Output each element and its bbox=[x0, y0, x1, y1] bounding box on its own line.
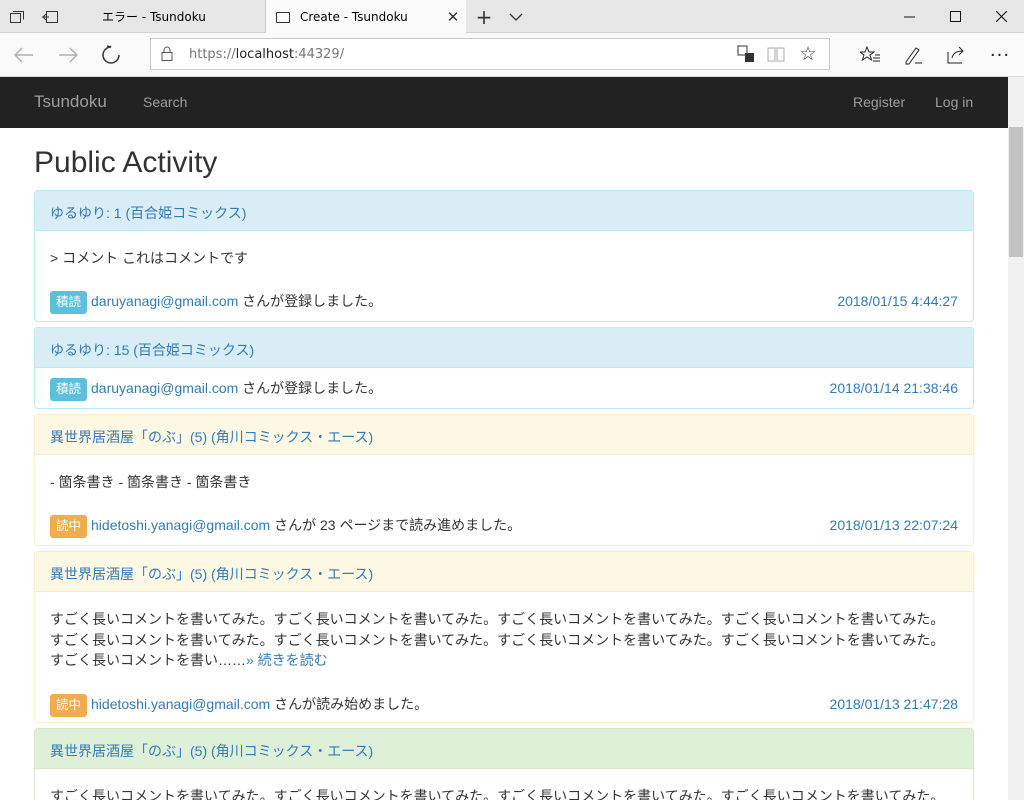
comment-text: > コメント これはコメントです bbox=[50, 250, 248, 266]
user-link[interactable]: hidetoshi.yanagi@gmail.com bbox=[91, 517, 270, 533]
translate-icon[interactable] bbox=[731, 39, 761, 69]
activity-meta: 積読 daruyanagi@gmail.com さんが登録しました。 2018/0… bbox=[50, 291, 958, 314]
more-icon[interactable]: ··· bbox=[978, 33, 1022, 77]
read-more-link[interactable]: » 続きを読む bbox=[246, 652, 328, 668]
status-badge: 積読 bbox=[50, 291, 88, 314]
favorite-star-icon[interactable]: ☆ bbox=[793, 39, 823, 69]
comment-text: すごく長いコメントを書いてみた。すごく長いコメントを書いてみた。すごく長いコメン… bbox=[50, 607, 958, 694]
book-link[interactable]: 異世界居酒屋「のぶ」(5) (角川コミックス・エース) bbox=[50, 743, 373, 759]
activity-panel: 異世界居酒屋「のぶ」(5) (角川コミックス・エース) - 箇条書き - 箇条書… bbox=[34, 414, 974, 546]
reading-view-icon[interactable] bbox=[761, 39, 791, 69]
user-link[interactable]: daruyanagi@gmail.com bbox=[91, 293, 238, 309]
panel-body: - 箇条書き - 箇条書き - 箇条書き 読中 hidetoshi.yanagi@… bbox=[35, 455, 973, 538]
close-tab-icon[interactable]: ✕ bbox=[440, 8, 466, 26]
panel-heading: 異世界居酒屋「のぶ」(5) (角川コミックス・エース) bbox=[35, 415, 973, 455]
activity-meta: 読中 hidetoshi.yanagi@gmail.com さんが読み始めました。… bbox=[50, 694, 958, 717]
set-tabs-aside-icon[interactable] bbox=[33, 0, 66, 33]
nav-search-link[interactable]: Search bbox=[143, 94, 187, 110]
status-badge: 読中 bbox=[50, 694, 88, 717]
browser-tab-bar: エラー - Tsundoku Create - Tsundoku ✕ + bbox=[0, 0, 1024, 34]
action-text: さんが登録しました。 bbox=[238, 293, 383, 309]
activity-meta: 読中 hidetoshi.yanagi@gmail.com さんが 23 ページま… bbox=[50, 515, 958, 538]
panel-heading: 異世界居酒屋「のぶ」(5) (角川コミックス・エース) bbox=[35, 729, 973, 769]
panel-heading: 異世界居酒屋「のぶ」(5) (角川コミックス・エース) bbox=[35, 552, 973, 592]
activity-panel: 異世界居酒屋「のぶ」(5) (角川コミックス・エース) すごく長いコメントを書い… bbox=[34, 728, 974, 800]
user-link[interactable]: daruyanagi@gmail.com bbox=[91, 380, 238, 396]
address-bar[interactable]: https://localhost:44329/ ☆ bbox=[150, 38, 830, 70]
url-scheme: https:// bbox=[189, 47, 236, 62]
timestamp-link[interactable]: 2018/01/14 21:38:46 bbox=[830, 378, 958, 398]
panel-heading: ゆるゆり: 1 (百合姫コミックス) bbox=[35, 191, 973, 231]
comment-text: - 箇条書き - 箇条書き - 箇条書き bbox=[50, 474, 252, 490]
status-badge: 積読 bbox=[50, 378, 88, 401]
pen-icon[interactable] bbox=[891, 33, 935, 77]
brand-link[interactable]: Tsundoku bbox=[34, 92, 107, 112]
action-text: さんが 23 ページまで読み進めました。 bbox=[270, 517, 522, 533]
url-host: localhost bbox=[235, 47, 294, 62]
action-text: さんが登録しました。 bbox=[238, 380, 383, 396]
timestamp-link[interactable]: 2018/01/13 21:47:28 bbox=[830, 694, 958, 714]
site-navbar: Tsundoku Search Register Log in bbox=[0, 77, 1008, 128]
tab-title: Create - Tsundoku bbox=[300, 10, 408, 24]
activity-panel: ゆるゆり: 1 (百合姫コミックス) > コメント これはコメントです 積読 da… bbox=[34, 190, 974, 322]
activity-panel: ゆるゆり: 15 (百合姫コミックス) 積読 daruyanagi@gmail.c… bbox=[34, 327, 974, 409]
new-tab-icon[interactable]: + bbox=[468, 0, 500, 33]
close-window-icon[interactable] bbox=[978, 0, 1024, 33]
page-scrollbar[interactable] bbox=[1008, 77, 1024, 800]
page-icon bbox=[276, 11, 290, 23]
share-icon[interactable] bbox=[934, 33, 978, 77]
activity-panel: 異世界居酒屋「のぶ」(5) (角川コミックス・エース) すごく長いコメントを書い… bbox=[34, 551, 974, 723]
tab-title: エラー - Tsundoku bbox=[102, 10, 206, 24]
tab-error[interactable]: エラー - Tsundoku bbox=[68, 0, 266, 33]
panel-body: > コメント これはコメントです 積読 daruyanagi@gmail.com … bbox=[35, 231, 973, 314]
panel-body: 積読 daruyanagi@gmail.com さんが登録しました。 2018/0… bbox=[35, 368, 973, 401]
page-title: Public Activity bbox=[34, 146, 218, 179]
nav-register-link[interactable]: Register bbox=[853, 94, 905, 110]
activity-meta: 積読 daruyanagi@gmail.com さんが登録しました。 2018/0… bbox=[50, 378, 958, 401]
status-badge: 読中 bbox=[50, 515, 88, 538]
book-link[interactable]: 異世界居酒屋「のぶ」(5) (角川コミックス・エース) bbox=[50, 566, 373, 582]
favorites-hub-icon[interactable] bbox=[848, 33, 892, 77]
comment-line-text: すごく長いコメントを書い…… bbox=[50, 652, 246, 668]
timestamp-link[interactable]: 2018/01/15 4:44:27 bbox=[837, 291, 958, 311]
back-icon[interactable] bbox=[4, 33, 44, 77]
forward-icon[interactable] bbox=[48, 33, 88, 77]
comment-line: すごく長いコメントを書い……» 続きを読む bbox=[50, 650, 958, 671]
tab-create[interactable]: Create - Tsundoku ✕ bbox=[266, 0, 466, 34]
comment-text: すごく長いコメントを書いてみた。すごく長いコメントを書いてみた。すごく長いコメン… bbox=[50, 788, 945, 800]
book-link[interactable]: ゆるゆり: 1 (百合姫コミックス) bbox=[50, 205, 246, 221]
user-link[interactable]: hidetoshi.yanagi@gmail.com bbox=[91, 696, 270, 712]
panel-heading: ゆるゆり: 15 (百合姫コミックス) bbox=[35, 328, 973, 368]
lock-icon bbox=[161, 46, 173, 65]
refresh-icon[interactable] bbox=[91, 33, 131, 77]
chevron-down-icon[interactable] bbox=[500, 0, 532, 33]
action-text: さんが読み始めました。 bbox=[270, 696, 429, 712]
book-link[interactable]: 異世界居酒屋「のぶ」(5) (角川コミックス・エース) bbox=[50, 429, 373, 445]
scrollbar-thumb[interactable] bbox=[1009, 127, 1023, 257]
comment-line: すごく長いコメントを書いてみた。すごく長いコメントを書いてみた。すごく長いコメン… bbox=[50, 631, 945, 648]
browser-toolbar: https://localhost:44329/ ☆ ··· bbox=[0, 33, 1024, 77]
maximize-icon[interactable] bbox=[932, 0, 978, 33]
url-port: :44329/ bbox=[293, 47, 345, 62]
minimize-icon[interactable] bbox=[886, 0, 932, 33]
tab-manager-icon[interactable] bbox=[0, 0, 33, 33]
panel-body: すごく長いコメントを書いてみた。すごく長いコメントを書いてみた。すごく長いコメン… bbox=[35, 769, 973, 800]
nav-login-link[interactable]: Log in bbox=[935, 94, 973, 110]
timestamp-link[interactable]: 2018/01/13 22:07:24 bbox=[830, 515, 958, 535]
comment-line: すごく長いコメントを書いてみた。すごく長いコメントを書いてみた。すごく長いコメン… bbox=[50, 611, 945, 627]
book-link[interactable]: ゆるゆり: 15 (百合姫コミックス) bbox=[50, 342, 254, 358]
url-text: https://localhost:44329/ bbox=[189, 47, 344, 62]
panel-body: すごく長いコメントを書いてみた。すごく長いコメントを書いてみた。すごく長いコメン… bbox=[35, 592, 973, 717]
